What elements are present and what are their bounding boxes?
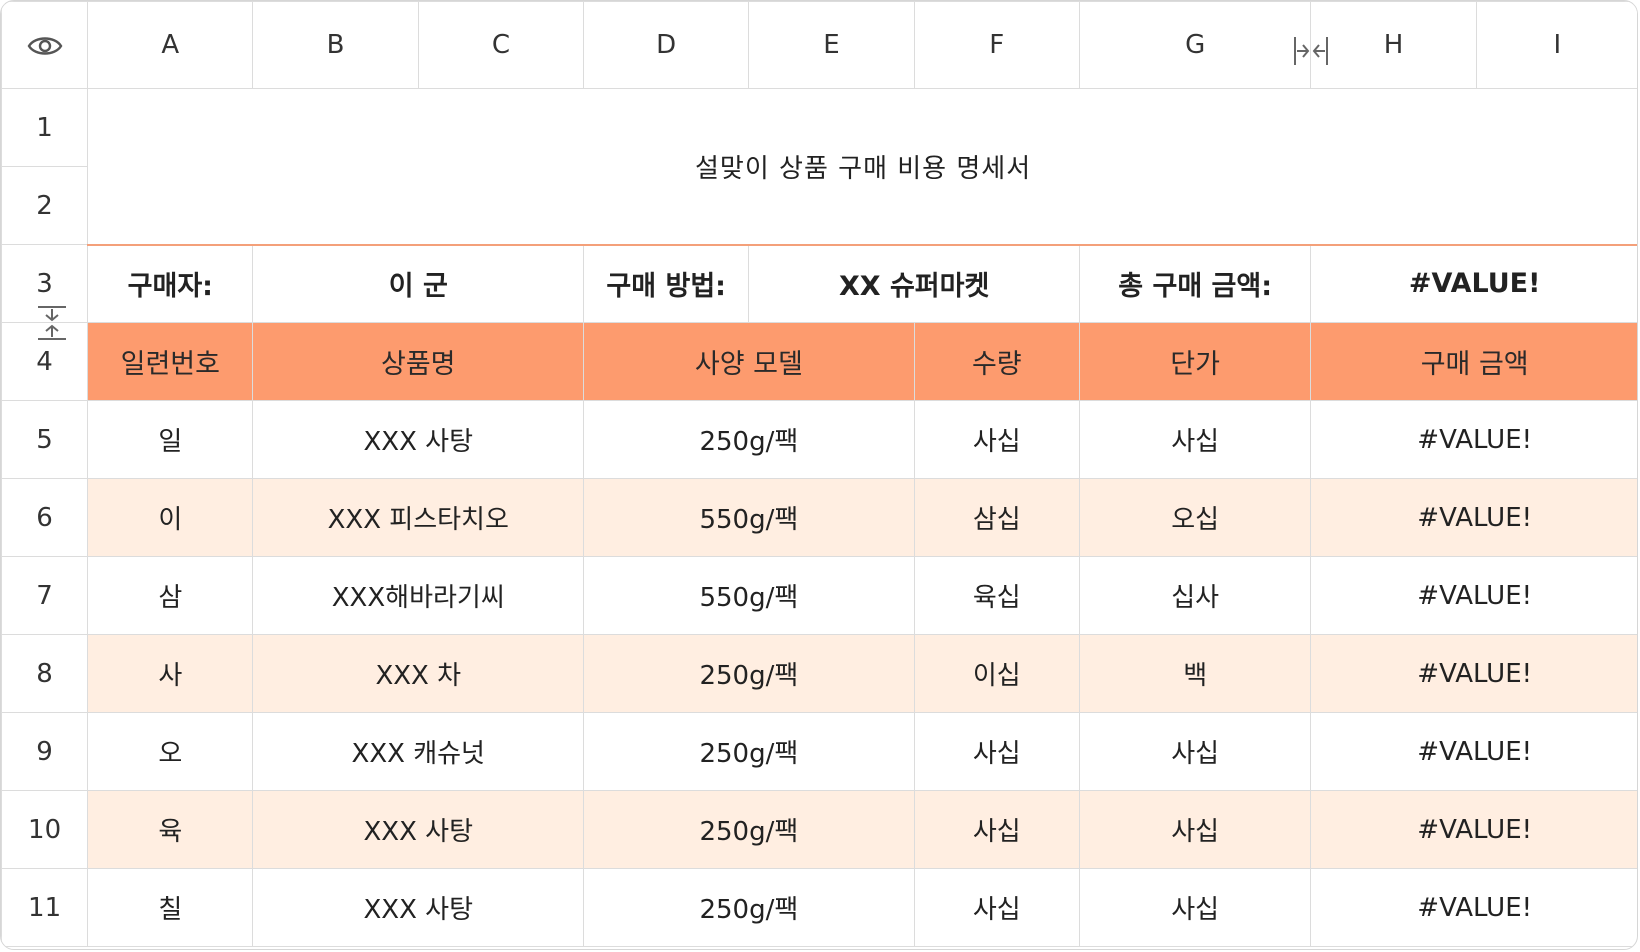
cell-quantity[interactable]: 사십 [913, 868, 1080, 947]
cell-quantity[interactable]: 사십 [913, 400, 1080, 479]
cell-spec[interactable]: 250g/팩 [583, 868, 915, 947]
cell-product-name[interactable]: XXX 사탕 [252, 790, 585, 869]
column-header-e[interactable]: E [748, 1, 915, 89]
column-header-d[interactable]: D [583, 1, 750, 89]
cell-serial[interactable]: 육 [87, 790, 254, 869]
row-header[interactable]: 11 [1, 868, 89, 947]
cell-spec[interactable]: 550g/팩 [583, 556, 915, 635]
cell-unit-price[interactable]: 백 [1078, 634, 1312, 713]
row-header[interactable]: 10 [1, 790, 89, 869]
header-spec-model[interactable]: 사양 모델 [583, 322, 915, 401]
row-resize-icon[interactable] [32, 303, 72, 343]
column-header-i[interactable]: I [1475, 1, 1637, 89]
cell-spec[interactable]: 250g/팩 [583, 634, 915, 713]
column-header-g[interactable]: G [1078, 1, 1312, 89]
header-unit-price[interactable]: 단가 [1078, 322, 1312, 401]
column-header-b[interactable]: B [252, 1, 419, 89]
info-row: 3 구매자: 이 군 구매 방법: XX 슈퍼마켓 총 구매 금액: #VALU… [1, 244, 1637, 323]
spreadsheet: A B C D E F G H I 1 설맞이 상품 구매 비용 명세서 2 3… [0, 0, 1638, 950]
total-label[interactable]: 총 구매 금액: [1078, 244, 1312, 323]
cell-serial[interactable]: 일 [87, 400, 254, 479]
cell-serial[interactable]: 칠 [87, 868, 254, 947]
table-row: 10 육 XXX 사탕 250g/팩 사십 사십 #VALUE! [1, 790, 1637, 869]
cell-product-name[interactable]: XXX 피스타치오 [252, 478, 585, 557]
column-header-h[interactable]: H [1310, 1, 1477, 89]
cell-quantity[interactable]: 삼십 [913, 478, 1080, 557]
cell-spec[interactable]: 250g/팩 [583, 400, 915, 479]
table-row: 11 칠 XXX 사탕 250g/팩 사십 사십 #VALUE! [1, 868, 1637, 947]
buyer-label[interactable]: 구매자: [87, 244, 254, 323]
table-row: 6 이 XXX 피스타치오 550g/팩 삼십 오십 #VALUE! [1, 478, 1637, 557]
cell-amount[interactable]: #VALUE! [1310, 790, 1637, 869]
row-header[interactable]: 5 [1, 400, 89, 479]
cell-amount[interactable]: #VALUE! [1310, 868, 1637, 947]
cell-product-name[interactable]: XXX 캐슈넛 [252, 712, 585, 791]
header-product-name[interactable]: 상품명 [252, 322, 585, 401]
cell-quantity[interactable]: 이십 [913, 634, 1080, 713]
row-header[interactable]: 2 [1, 166, 89, 245]
total-value[interactable]: #VALUE! [1310, 244, 1637, 323]
cell-amount[interactable]: #VALUE! [1310, 634, 1637, 713]
column-header-f[interactable]: F [913, 1, 1080, 89]
cell-spec[interactable]: 550g/팩 [583, 478, 915, 557]
cell-serial[interactable]: 사 [87, 634, 254, 713]
cell-amount[interactable]: #VALUE! [1310, 400, 1637, 479]
sheet-title[interactable]: 설맞이 상품 구매 비용 명세서 [87, 88, 1637, 246]
method-label[interactable]: 구매 방법: [583, 244, 750, 323]
cell-spec[interactable]: 250g/팩 [583, 712, 915, 791]
cell-amount[interactable]: #VALUE! [1310, 712, 1637, 791]
row-header[interactable]: 9 [1, 712, 89, 791]
row-header[interactable]: 1 [1, 88, 89, 167]
cell-amount[interactable]: #VALUE! [1310, 556, 1637, 635]
table-row: 5 일 XXX 사탕 250g/팩 사십 사십 #VALUE! [1, 400, 1637, 479]
cell-serial[interactable]: 삼 [87, 556, 254, 635]
header-purchase-amount[interactable]: 구매 금액 [1310, 322, 1637, 401]
cell-unit-price[interactable]: 사십 [1078, 400, 1312, 479]
cell-unit-price[interactable]: 십사 [1078, 556, 1312, 635]
row-header[interactable]: 8 [1, 634, 89, 713]
cell-unit-price[interactable]: 사십 [1078, 712, 1312, 791]
cell-serial[interactable]: 이 [87, 478, 254, 557]
method-value[interactable]: XX 슈퍼마켓 [748, 244, 1080, 323]
cell-spec[interactable]: 250g/팩 [583, 790, 915, 869]
buyer-value[interactable]: 이 군 [252, 244, 585, 323]
row-header[interactable]: 7 [1, 556, 89, 635]
column-header-row: A B C D E F G H I [1, 1, 1637, 89]
column-header-a[interactable]: A [87, 1, 254, 89]
cell-amount[interactable]: #VALUE! [1310, 478, 1637, 557]
row-header[interactable]: 6 [1, 478, 89, 557]
cell-unit-price[interactable]: 사십 [1078, 790, 1312, 869]
cell-quantity[interactable]: 사십 [913, 790, 1080, 869]
select-all-corner[interactable] [1, 1, 89, 89]
cell-serial[interactable]: 오 [87, 712, 254, 791]
table-row: 7 삼 XXX해바라기씨 550g/팩 육십 십사 #VALUE! [1, 556, 1637, 635]
table-header-row: 4 일련번호 상품명 사양 모델 수량 단가 구매 금액 [1, 322, 1637, 401]
cell-product-name[interactable]: XXX해바라기씨 [252, 556, 585, 635]
cell-product-name[interactable]: XXX 사탕 [252, 400, 585, 479]
header-serial[interactable]: 일련번호 [87, 322, 254, 401]
header-quantity[interactable]: 수량 [913, 322, 1080, 401]
cell-unit-price[interactable]: 오십 [1078, 478, 1312, 557]
cell-product-name[interactable]: XXX 차 [252, 634, 585, 713]
column-resize-icon[interactable] [1291, 31, 1331, 71]
eye-icon[interactable] [27, 34, 63, 58]
table-row: 9 오 XXX 캐슈넛 250g/팩 사십 사십 #VALUE! [1, 712, 1637, 791]
column-header-c[interactable]: C [417, 1, 585, 89]
sheet-grid: A B C D E F G H I 1 설맞이 상품 구매 비용 명세서 2 3… [1, 1, 1637, 947]
cell-unit-price[interactable]: 사십 [1078, 868, 1312, 947]
cell-quantity[interactable]: 육십 [913, 556, 1080, 635]
sheet-row: 1 설맞이 상품 구매 비용 명세서 [1, 88, 1637, 246]
cell-quantity[interactable]: 사십 [913, 712, 1080, 791]
cell-product-name[interactable]: XXX 사탕 [252, 868, 585, 947]
table-row: 8 사 XXX 차 250g/팩 이십 백 #VALUE! [1, 634, 1637, 713]
